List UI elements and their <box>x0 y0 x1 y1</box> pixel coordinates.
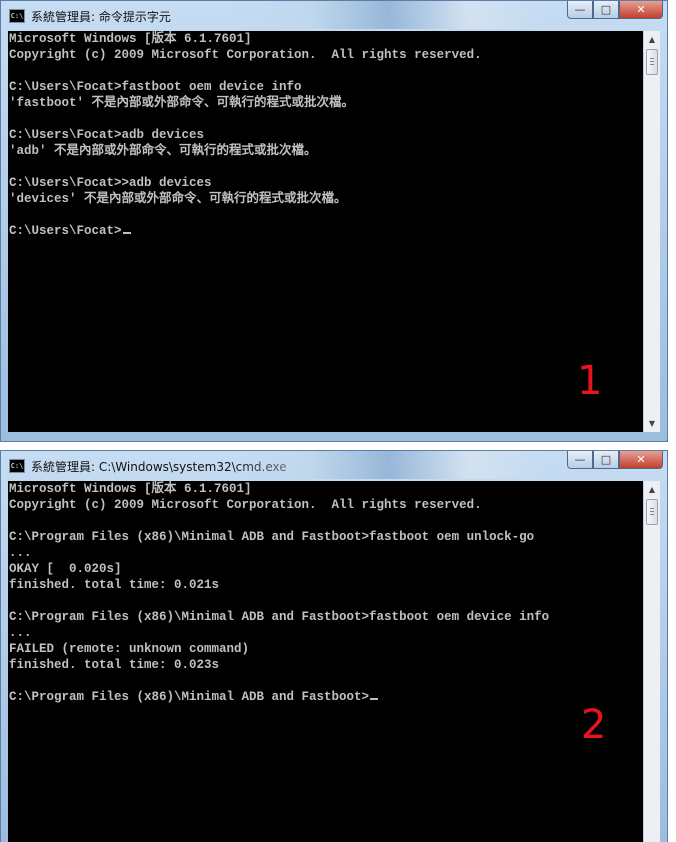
scroll-up-icon[interactable]: ▲ <box>644 481 660 498</box>
console-line: Microsoft Windows [版本 6.1.7601] <box>9 32 252 46</box>
console-line: C:\Users\Focat>adb devices <box>9 128 205 142</box>
maximize-button[interactable]: □ <box>593 451 619 469</box>
console-line: finished. total time: 0.021s <box>9 578 220 592</box>
console-icon: C:\ <box>9 459 25 473</box>
prompt-text: C:\Program Files (x86)\Minimal ADB and F… <box>9 690 370 704</box>
prompt-line: C:\Users\Focat> <box>8 223 643 239</box>
console-line: ... <box>9 546 32 560</box>
blurred-background <box>231 1 547 29</box>
scroll-thumb[interactable] <box>646 49 658 75</box>
title-bar[interactable]: C:\ 系統管理員: C:\Windows\system32\cmd.exe —… <box>1 451 667 481</box>
close-button[interactable]: ✕ <box>619 1 663 19</box>
close-button[interactable]: ✕ <box>619 451 663 469</box>
blurred-background <box>231 451 547 479</box>
cmd-window-1: C:\ 系統管理員: 命令提示字元 — □ ✕ Microsoft Window… <box>0 0 668 442</box>
text-cursor <box>122 232 131 234</box>
console-icon: C:\ <box>9 9 25 23</box>
title-bar[interactable]: C:\ 系統管理員: 命令提示字元 — □ ✕ <box>1 1 667 31</box>
minimize-button[interactable]: — <box>567 451 593 469</box>
console-line: FAILED (remote: unknown command) <box>9 642 250 656</box>
maximize-button[interactable]: □ <box>593 1 619 19</box>
console-line: Microsoft Windows [版本 6.1.7601] <box>9 482 252 496</box>
scroll-down-icon[interactable]: ▼ <box>644 415 660 432</box>
scroll-up-icon[interactable]: ▲ <box>644 31 660 48</box>
annotation-number: 2 <box>581 702 607 748</box>
console-line: C:\Program Files (x86)\Minimal ADB and F… <box>9 530 535 544</box>
console-line: 'fastboot' 不是內部或外部命令、可執行的程式或批次檔。 <box>9 96 355 110</box>
console-line: Copyright (c) 2009 Microsoft Corporation… <box>9 48 482 62</box>
console-line: OKAY [ 0.020s] <box>9 562 122 576</box>
vertical-scrollbar[interactable]: ▲ <box>643 481 660 842</box>
prompt-text: C:\Users\Focat> <box>9 224 122 238</box>
minimize-button[interactable]: — <box>567 1 593 19</box>
console-output[interactable]: Microsoft Windows [版本 6.1.7601] Copyrigh… <box>8 481 643 842</box>
console-line: 'devices' 不是內部或外部命令、可執行的程式或批次檔。 <box>9 192 347 206</box>
console-line: finished. total time: 0.023s <box>9 658 220 672</box>
console-line: C:\Program Files (x86)\Minimal ADB and F… <box>9 610 550 624</box>
scroll-thumb[interactable] <box>646 499 658 525</box>
window-title: 系統管理員: 命令提示字元 <box>31 10 171 24</box>
cmd-window-2: C:\ 系統管理員: C:\Windows\system32\cmd.exe —… <box>0 450 668 842</box>
vertical-scrollbar[interactable]: ▲ ▼ <box>643 31 660 432</box>
console-line: 'adb' 不是內部或外部命令、可執行的程式或批次檔。 <box>9 144 317 158</box>
text-cursor <box>370 698 379 700</box>
console-line: C:\Users\Focat>>adb devices <box>9 176 212 190</box>
console-output[interactable]: Microsoft Windows [版本 6.1.7601] Copyrigh… <box>8 31 643 432</box>
console-line: C:\Users\Focat>fastboot oem device info <box>9 80 302 94</box>
prompt-line: C:\Program Files (x86)\Minimal ADB and F… <box>8 689 643 705</box>
console-line: ... <box>9 626 32 640</box>
console-line: Copyright (c) 2009 Microsoft Corporation… <box>9 498 482 512</box>
annotation-number: 1 <box>577 358 603 404</box>
